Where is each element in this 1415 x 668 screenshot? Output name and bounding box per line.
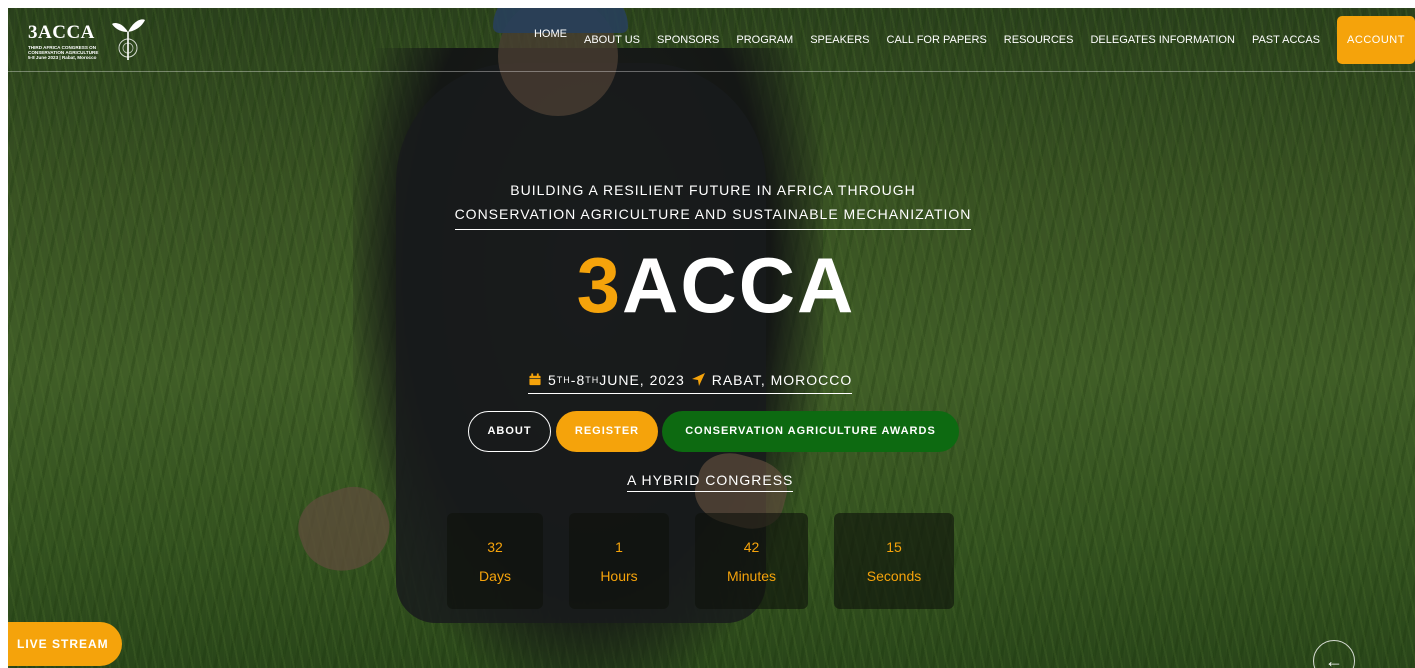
register-button[interactable]: REGISTER [556, 410, 658, 452]
account-button[interactable]: ACCOUNT [1337, 16, 1415, 64]
countdown-seconds-value: 15 [886, 539, 902, 555]
countdown-days: 32 Days [447, 513, 543, 609]
nav-delegates-information[interactable]: DELEGATES INFORMATION [1090, 34, 1234, 46]
logo-subtitle: THIRD AFRICA CONGRESS ON CONSERVATION AG… [28, 45, 112, 61]
hero-tagline-line1: BUILDING A RESILIENT FUTURE IN AFRICA TH… [510, 182, 916, 198]
hero-button-row: ABOUT REGISTER CONSERVATION AGRICULTURE … [468, 410, 959, 452]
logo-subtitle-line3: 5-8 June 2023 | Rabat, Morocco [28, 55, 97, 61]
nav-speakers[interactable]: SPEAKERS [810, 34, 869, 46]
countdown-days-value: 32 [487, 539, 503, 555]
nav-about-us[interactable]: ABOUT US [584, 34, 640, 46]
calendar-icon [529, 373, 541, 386]
hero-tagline-line2: CONSERVATION AGRICULTURE AND SUSTAINABLE… [454, 202, 972, 230]
site-logo[interactable]: 3ACCA THIRD AFRICA CONGRESS ON CONSERVAT… [26, 16, 146, 66]
hero-brand-title: 3ACCA [450, 240, 982, 331]
date-rest: JUNE, 2023 [599, 371, 685, 388]
logo-title: 3ACCA [28, 22, 95, 43]
hero-brand-text: ACCA [622, 241, 856, 329]
date-start-suffix: TH [556, 374, 571, 385]
awards-button[interactable]: CONSERVATION AGRICULTURE AWARDS [662, 410, 959, 452]
nav-call-for-papers[interactable]: CALL FOR PAPERS [887, 34, 987, 46]
countdown-hours-label: Hours [600, 568, 638, 584]
nav-sponsors[interactable]: SPONSORS [657, 34, 719, 46]
location-arrow-icon [691, 373, 705, 386]
hero-tagline: BUILDING A RESILIENT FUTURE IN AFRICA TH… [447, 178, 979, 230]
nav-past-accas[interactable]: PAST ACCAS [1252, 34, 1320, 46]
nav-resources[interactable]: RESOURCES [1004, 34, 1074, 46]
nav-program[interactable]: PROGRAM [736, 34, 793, 46]
event-date-location: 5 TH -8 TH JUNE, 2023 RABAT, MOROCCO [528, 368, 853, 394]
top-navbar: 3ACCA THIRD AFRICA CONGRESS ON CONSERVAT… [8, 8, 1415, 72]
about-button[interactable]: ABOUT [468, 410, 551, 452]
countdown-days-label: Days [479, 568, 511, 584]
hybrid-congress-label: A HYBRID CONGRESS [627, 472, 794, 492]
main-nav: HOME ABOUT US SPONSORS PROGRAM SPEAKERS … [517, 8, 1415, 72]
countdown-seconds-label: Seconds [866, 568, 922, 584]
date-start: 5 [548, 371, 557, 388]
countdown-hours: 1 Hours [569, 513, 669, 609]
live-stream-button[interactable]: LIVE STREAM [8, 622, 122, 666]
seedling-icon [112, 19, 145, 60]
date-end: -8 [570, 371, 586, 388]
hero-brand-number: 3 [576, 241, 623, 329]
date-end-suffix: TH [585, 374, 600, 385]
countdown-seconds: 15 Seconds [834, 513, 954, 609]
nav-home[interactable]: HOME [534, 28, 567, 40]
countdown-minutes: 42 Minutes [695, 513, 808, 609]
event-location: RABAT, MOROCCO [711, 371, 853, 388]
countdown-hours-value: 1 [615, 539, 623, 555]
countdown-minutes-value: 42 [743, 539, 760, 555]
countdown-minutes-label: Minutes [726, 568, 777, 584]
